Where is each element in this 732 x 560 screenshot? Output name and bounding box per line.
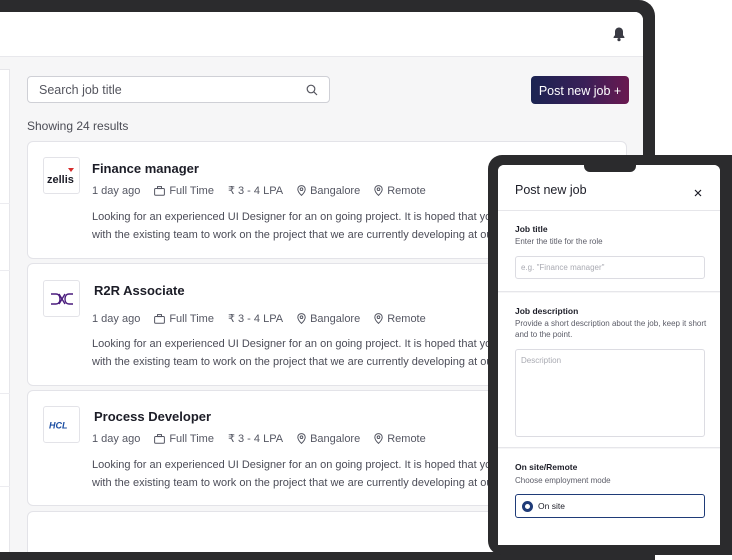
post-job-modal: Post new job Job title Enter the title f… (498, 165, 720, 545)
employment-mode-label: On site/Remote (515, 462, 578, 472)
job-meta: 1 day ago Full Time ₹ 3 - 4 LPA Bangalor… (92, 184, 440, 198)
briefcase-icon (154, 185, 166, 196)
radio-option-label: On site (538, 501, 565, 511)
job-title[interactable]: Finance manager (92, 161, 199, 176)
company-logo-hcl: HCL (43, 406, 80, 443)
job-title-section: Job title Enter the title for the role e… (498, 211, 720, 292)
job-title[interactable]: Process Developer (94, 409, 211, 424)
job-meta: 1 day ago Full Time ₹ 3 - 4 LPA Bangalor… (92, 432, 440, 446)
briefcase-icon (154, 433, 166, 444)
work-mode: Remote (374, 313, 426, 325)
sidebar-divider (0, 270, 10, 271)
location-pin-icon (297, 433, 306, 444)
job-title[interactable]: R2R Associate (94, 283, 185, 298)
posted-date: 1 day ago (92, 432, 141, 445)
top-bar (0, 12, 643, 57)
employment-mode-section: On site/Remote Choose employment mode On… (498, 449, 720, 545)
job-description-section: Job description Provide a short descript… (498, 293, 720, 448)
sidebar-divider (0, 393, 10, 394)
location-pin-icon (297, 185, 306, 196)
search-input[interactable] (28, 77, 288, 102)
location: Bangalore (297, 313, 360, 325)
svg-text:HCL: HCL (49, 420, 68, 430)
work-mode: Remote (374, 185, 426, 197)
results-count: Showing 24 results (27, 119, 129, 133)
job-type: Full Time (154, 433, 214, 445)
location: Bangalore (297, 185, 360, 197)
location-pin-icon (374, 185, 383, 196)
phone-notch (584, 155, 636, 172)
location-pin-icon (374, 433, 383, 444)
work-mode: Remote (374, 433, 426, 445)
post-new-job-button[interactable]: Post new job + (531, 76, 629, 104)
close-icon[interactable] (694, 184, 702, 202)
job-description-help: Provide a short description about the jo… (515, 319, 707, 339)
salary: ₹ 3 - 4 LPA (227, 313, 284, 325)
job-title-label: Job title (515, 224, 548, 234)
search-icon[interactable] (306, 83, 318, 101)
briefcase-icon (154, 313, 166, 324)
bell-icon[interactable] (612, 26, 626, 42)
svg-text:zellis: zellis (47, 174, 74, 186)
employment-mode-help: Choose employment mode (515, 476, 611, 485)
sidebar-divider (0, 486, 10, 487)
job-description-textarea[interactable]: Description (515, 349, 705, 437)
modal-title: Post new job (515, 183, 587, 197)
location-pin-icon (297, 313, 306, 324)
salary: ₹ 3 - 4 LPA (227, 433, 284, 445)
job-type: Full Time (154, 313, 214, 325)
job-description-label: Job description (515, 306, 579, 316)
job-title-input[interactable]: e.g. "Finance manager" (515, 256, 705, 279)
company-logo-dxc (43, 280, 80, 317)
job-type: Full Time (154, 185, 214, 197)
sidebar (0, 69, 10, 552)
search-box (27, 76, 330, 103)
salary: ₹ 3 - 4 LPA (227, 185, 284, 197)
job-meta: 1 day ago Full Time ₹ 3 - 4 LPA Bangalor… (92, 312, 440, 326)
job-title-help: Enter the title for the role (515, 237, 603, 246)
radio-option-onsite[interactable]: On site (515, 494, 705, 518)
location-pin-icon (374, 313, 383, 324)
location: Bangalore (297, 433, 360, 445)
posted-date: 1 day ago (92, 312, 141, 325)
radio-selected-icon[interactable] (522, 500, 533, 512)
company-logo-zellis: zellis (43, 157, 80, 194)
sidebar-divider (0, 203, 10, 204)
posted-date: 1 day ago (92, 184, 141, 197)
